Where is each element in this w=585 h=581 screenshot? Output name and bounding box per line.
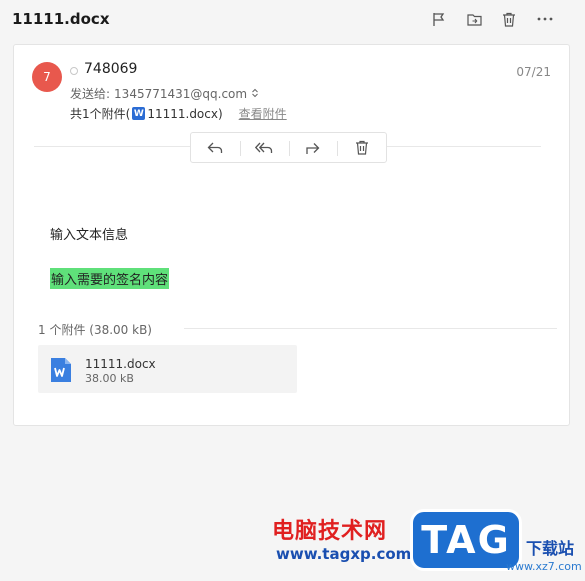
expand-recipients-icon[interactable] — [251, 87, 259, 101]
view-attachments-link[interactable]: 查看附件 — [239, 105, 287, 122]
message-date: 07/21 — [516, 65, 551, 79]
attachment-item[interactable]: 11111.docx 38.00 kB — [38, 345, 297, 393]
recipient-address[interactable]: 1345771431@qq.com — [114, 87, 247, 101]
recipient-label: 发送给: — [70, 87, 111, 101]
attachment-summary-file[interactable]: 11111.docx — [147, 107, 218, 121]
word-file-icon: W — [132, 107, 146, 120]
watermark-download-url: www.xz7.com — [506, 560, 582, 573]
site-watermark: 电脑技术网 www.tagxp.com TAG 下载站 www.xz7.com — [270, 507, 585, 581]
attachment-summary-prefix: 共1个附件( — [70, 107, 131, 121]
page-title: 11111.docx — [12, 10, 110, 28]
avatar[interactable]: 7 — [32, 62, 62, 92]
message-signature: 输入需要的签名内容 — [50, 268, 170, 289]
delete-icon[interactable] — [500, 10, 518, 28]
message-body-text: 输入文本信息 — [50, 228, 129, 243]
word-document-icon — [50, 357, 72, 383]
sender-name[interactable]: 748069 — [84, 61, 137, 77]
unread-dot-icon — [70, 67, 78, 75]
attachment-summary-suffix: ) — [217, 106, 223, 121]
move-to-folder-icon[interactable] — [465, 10, 483, 28]
attachment-name: 11111.docx — [85, 357, 156, 371]
message-action-bar — [190, 132, 387, 163]
attachment-size: 38.00 kB — [85, 372, 134, 385]
watermark-site-name: 电脑技术网 — [272, 519, 388, 544]
attachment-divider — [184, 328, 557, 329]
top-bar: 11111.docx — [0, 0, 585, 40]
reply-icon[interactable] — [191, 133, 240, 162]
more-icon[interactable] — [536, 10, 554, 28]
attachment-summary: 共1个附件( W 11111.docx ) 查看附件 — [70, 105, 287, 122]
watermark-site-url: www.tagxp.com — [276, 545, 412, 563]
delete-icon[interactable] — [337, 133, 386, 162]
watermark-download-name: 下载站 — [526, 539, 575, 558]
recipient-line: 发送给: 1345771431@qq.com — [70, 85, 259, 102]
flag-icon[interactable] — [430, 10, 448, 28]
reply-all-icon[interactable] — [239, 133, 289, 162]
message-card: 7 748069 07/21 发送给: 1345771431@qq.com 共1… — [13, 44, 570, 426]
forward-icon[interactable] — [288, 133, 338, 162]
attachment-count: 1 个附件 (38.00 kB) — [38, 323, 152, 337]
